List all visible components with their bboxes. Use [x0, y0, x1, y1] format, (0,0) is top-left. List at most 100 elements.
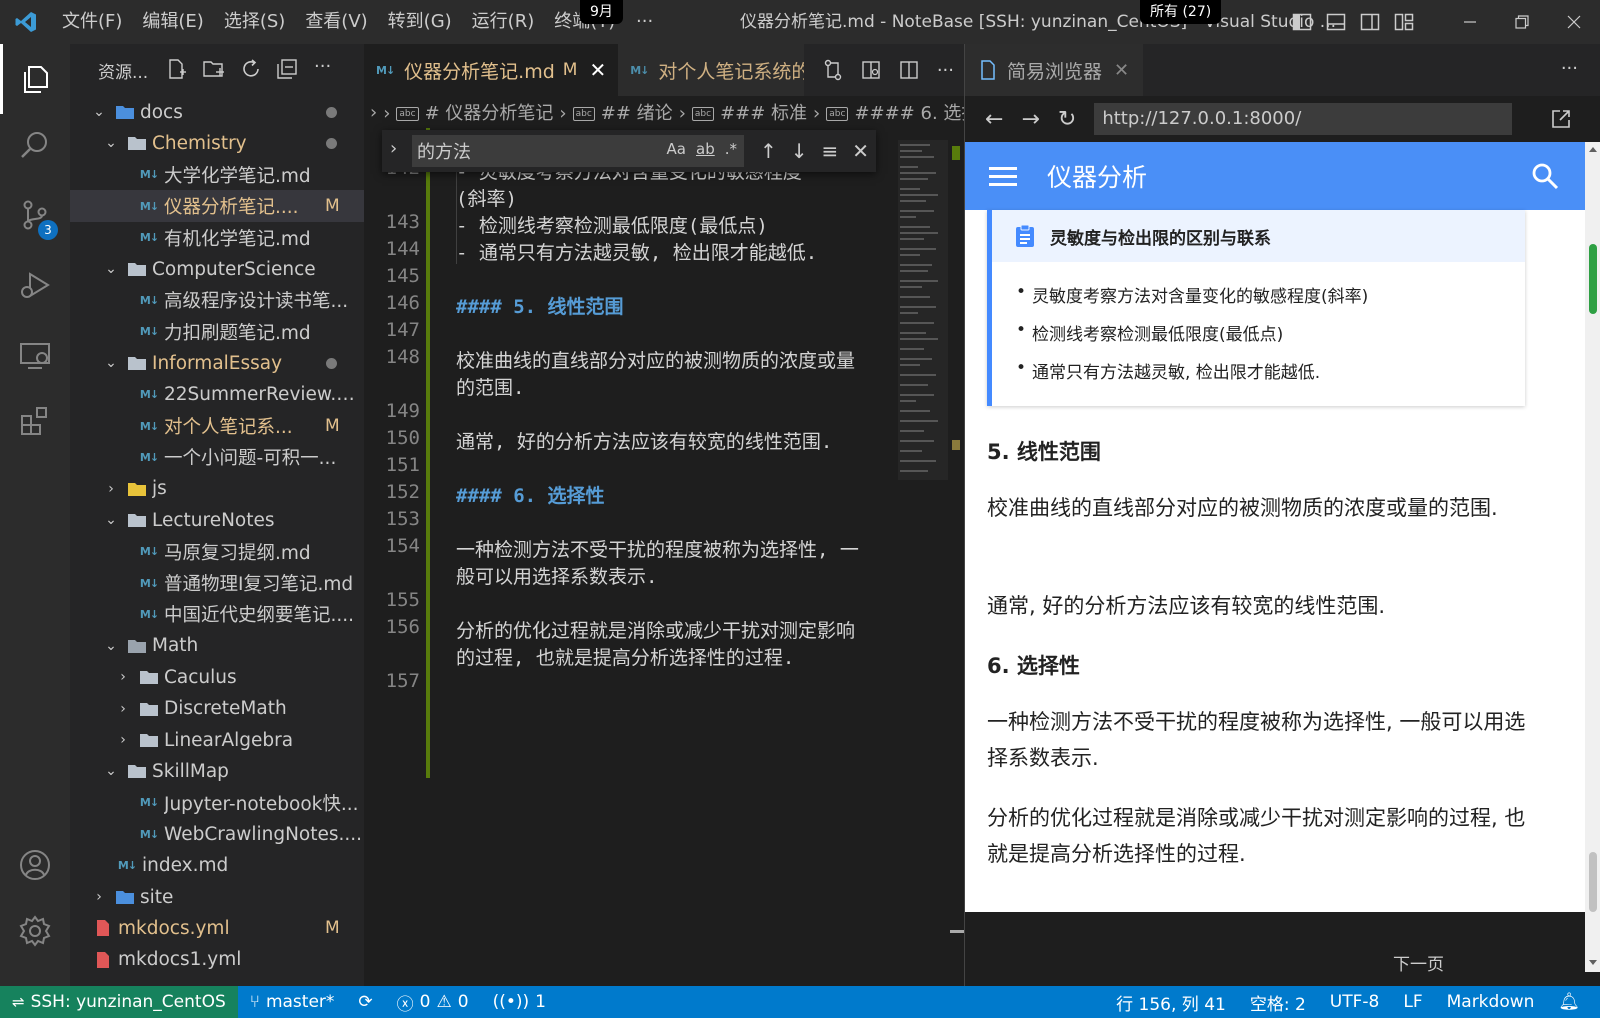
close-window-button[interactable]: [1548, 0, 1600, 44]
previous-match-icon[interactable]: ↑: [760, 139, 777, 163]
refresh-icon[interactable]: [240, 58, 262, 80]
vscode-logo-icon[interactable]: [0, 0, 52, 44]
close-tab-icon[interactable]: ✕: [1114, 60, 1129, 81]
chevron-down-icon[interactable]: ⌄: [100, 763, 122, 779]
open-changes-icon[interactable]: [823, 59, 843, 81]
chevron-down-icon[interactable]: ⌄: [100, 135, 122, 151]
remote-indicator[interactable]: ⇌ SSH: yunzinan_CentOS: [0, 986, 238, 1018]
collapse-all-icon[interactable]: [276, 58, 298, 80]
menu-item[interactable]: 文件(F): [52, 0, 132, 44]
tree-file[interactable]: M↓ 一个小问题-可积一...: [70, 441, 364, 473]
find-in-selection-icon[interactable]: ≡: [822, 139, 839, 163]
breadcrumb-item[interactable]: ›abc#### 6. 选择性: [807, 99, 964, 125]
language-mode[interactable]: Markdown: [1435, 992, 1547, 1012]
menu-item[interactable]: 编辑(E): [132, 0, 213, 44]
chevron-down-icon[interactable]: ⌄: [88, 104, 110, 120]
run-debug-icon[interactable]: [0, 250, 70, 320]
tree-file[interactable]: M↓ 对个人笔记系... M: [70, 410, 364, 442]
reload-icon[interactable]: ↻: [1058, 107, 1076, 132]
menu-item[interactable]: 查看(V): [295, 0, 377, 44]
tree-file[interactable]: M↓ 22SummerReview.md: [70, 379, 364, 411]
tree-folder[interactable]: › DiscreteMath: [70, 693, 364, 725]
breadcrumb-item[interactable]: › abc ### 标准: [673, 99, 807, 125]
encoding[interactable]: UTF-8: [1318, 992, 1392, 1012]
tree-file[interactable]: M↓ 大学化学笔记.md: [70, 159, 364, 191]
notifications-bell-icon[interactable]: 🔔︎: [1546, 992, 1600, 1012]
toggle-replace-icon[interactable]: ›: [390, 138, 397, 159]
problems-indicator[interactable]: ⓧ 0 ⚠ 0: [385, 990, 481, 1015]
back-icon[interactable]: ←: [985, 107, 1003, 132]
tree-file[interactable]: M↓ 中国近代史纲要笔记....: [70, 598, 364, 630]
customize-layout-icon[interactable]: [1394, 12, 1414, 32]
tree-file[interactable]: M↓ 有机化学笔记.md: [70, 222, 364, 254]
settings-gear-icon[interactable]: [0, 896, 70, 966]
editor-more-icon[interactable]: ···: [937, 60, 954, 81]
editor-scrollbar[interactable]: [950, 140, 964, 986]
tree-folder[interactable]: ⌄ ComputerScience: [70, 253, 364, 285]
toggle-panel-icon[interactable]: [1326, 12, 1346, 32]
tab-simple-browser[interactable]: 简易浏览器 ✕: [965, 44, 1144, 96]
chevron-right-icon[interactable]: ›: [88, 889, 110, 905]
ports-indicator[interactable]: ((•)) 1: [481, 992, 558, 1012]
new-file-icon[interactable]: [166, 58, 188, 80]
sync-button[interactable]: ⟳: [346, 992, 384, 1012]
browser-more-icon[interactable]: ···: [1561, 58, 1578, 79]
restore-button[interactable]: [1496, 0, 1548, 44]
tree-file[interactable]: mkdocs.yml M: [70, 912, 364, 944]
tree-folder[interactable]: ⌄ docs: [70, 96, 364, 128]
more-menu-icon[interactable]: ···: [636, 0, 653, 44]
chevron-right-icon[interactable]: ›: [112, 669, 134, 685]
tree-file[interactable]: M↓ 马原复习提纲.md: [70, 536, 364, 568]
tree-file[interactable]: M↓ WebCrawlingNotes....: [70, 818, 364, 850]
tree-folder[interactable]: ⌄ SkillMap: [70, 755, 364, 787]
tree-folder[interactable]: ⌄ Chemistry: [70, 127, 364, 159]
tab-personal-notes[interactable]: M↓ 对个人笔记系统的: [618, 44, 805, 96]
sidebar-more-icon[interactable]: ···: [314, 56, 331, 77]
tab-instrument-analysis[interactable]: M↓ 仪器分析笔记.md M ✕: [364, 44, 619, 96]
toggle-primary-sidebar-icon[interactable]: [1292, 12, 1312, 32]
chevron-right-icon[interactable]: ›: [112, 732, 134, 748]
tree-file[interactable]: M↓ index.md: [70, 850, 364, 882]
accounts-icon[interactable]: [0, 830, 70, 900]
tree-file[interactable]: M↓ 力扣刷题笔记.md: [70, 316, 364, 348]
chevron-down-icon[interactable]: ⌄: [100, 261, 122, 277]
find-input[interactable]: 的方法 Aa ab .*: [412, 135, 744, 167]
explorer-icon[interactable]: [0, 44, 70, 114]
tree-file[interactable]: M↓ 仪器分析笔记.... M: [70, 190, 364, 223]
tree-folder[interactable]: › js: [70, 473, 364, 505]
breadcrumb-item[interactable]: › abc ## 绪论: [553, 99, 672, 125]
toggle-secondary-sidebar-icon[interactable]: [1360, 12, 1380, 32]
minimap[interactable]: [898, 140, 948, 480]
use-regex-toggle[interactable]: .*: [725, 140, 737, 158]
hamburger-menu-icon[interactable]: [989, 165, 1017, 187]
menu-item[interactable]: 运行(R): [462, 0, 545, 44]
tree-file[interactable]: M↓ 高级程序设计读书笔...: [70, 284, 364, 316]
split-editor-icon[interactable]: [899, 60, 919, 80]
menu-item[interactable]: 转到(G): [378, 0, 462, 44]
chevron-right-icon[interactable]: ›: [112, 701, 134, 717]
new-folder-icon[interactable]: [202, 58, 226, 80]
search-icon[interactable]: [0, 110, 70, 180]
code-area[interactable]: 141!!! summary "灵敏度与检出限的区别与联系"142 - 灵敏度考…: [364, 128, 964, 986]
chevron-down-icon[interactable]: ⌄: [100, 355, 122, 371]
chevron-right-icon[interactable]: ›: [100, 481, 122, 497]
tree-folder[interactable]: ⌄ Math: [70, 630, 364, 662]
source-control-icon[interactable]: 3: [0, 180, 70, 250]
open-preview-icon[interactable]: [861, 60, 881, 80]
minimize-button[interactable]: [1444, 0, 1496, 44]
close-tab-icon[interactable]: ✕: [589, 58, 606, 82]
tree-file[interactable]: M↓ 普通物理I复习笔记.md: [70, 567, 364, 599]
next-page-link[interactable]: 下一页: [1393, 950, 1444, 975]
tree-folder[interactable]: › LinearAlgebra: [70, 724, 364, 756]
cursor-position[interactable]: 行 156, 列 41: [1104, 990, 1238, 1015]
chevron-down-icon[interactable]: ⌄: [100, 638, 122, 654]
extensions-icon[interactable]: [0, 386, 70, 456]
remote-explorer-icon[interactable]: [0, 320, 70, 390]
next-match-icon[interactable]: ↓: [791, 139, 808, 163]
page-scrollbar[interactable]: [1585, 142, 1600, 972]
forward-icon[interactable]: →: [1021, 107, 1039, 132]
chevron-down-icon[interactable]: ⌄: [100, 512, 122, 528]
page-search-icon[interactable]: [1531, 162, 1559, 190]
open-in-browser-icon[interactable]: [1550, 108, 1572, 130]
tree-folder[interactable]: › Caculus: [70, 661, 364, 693]
